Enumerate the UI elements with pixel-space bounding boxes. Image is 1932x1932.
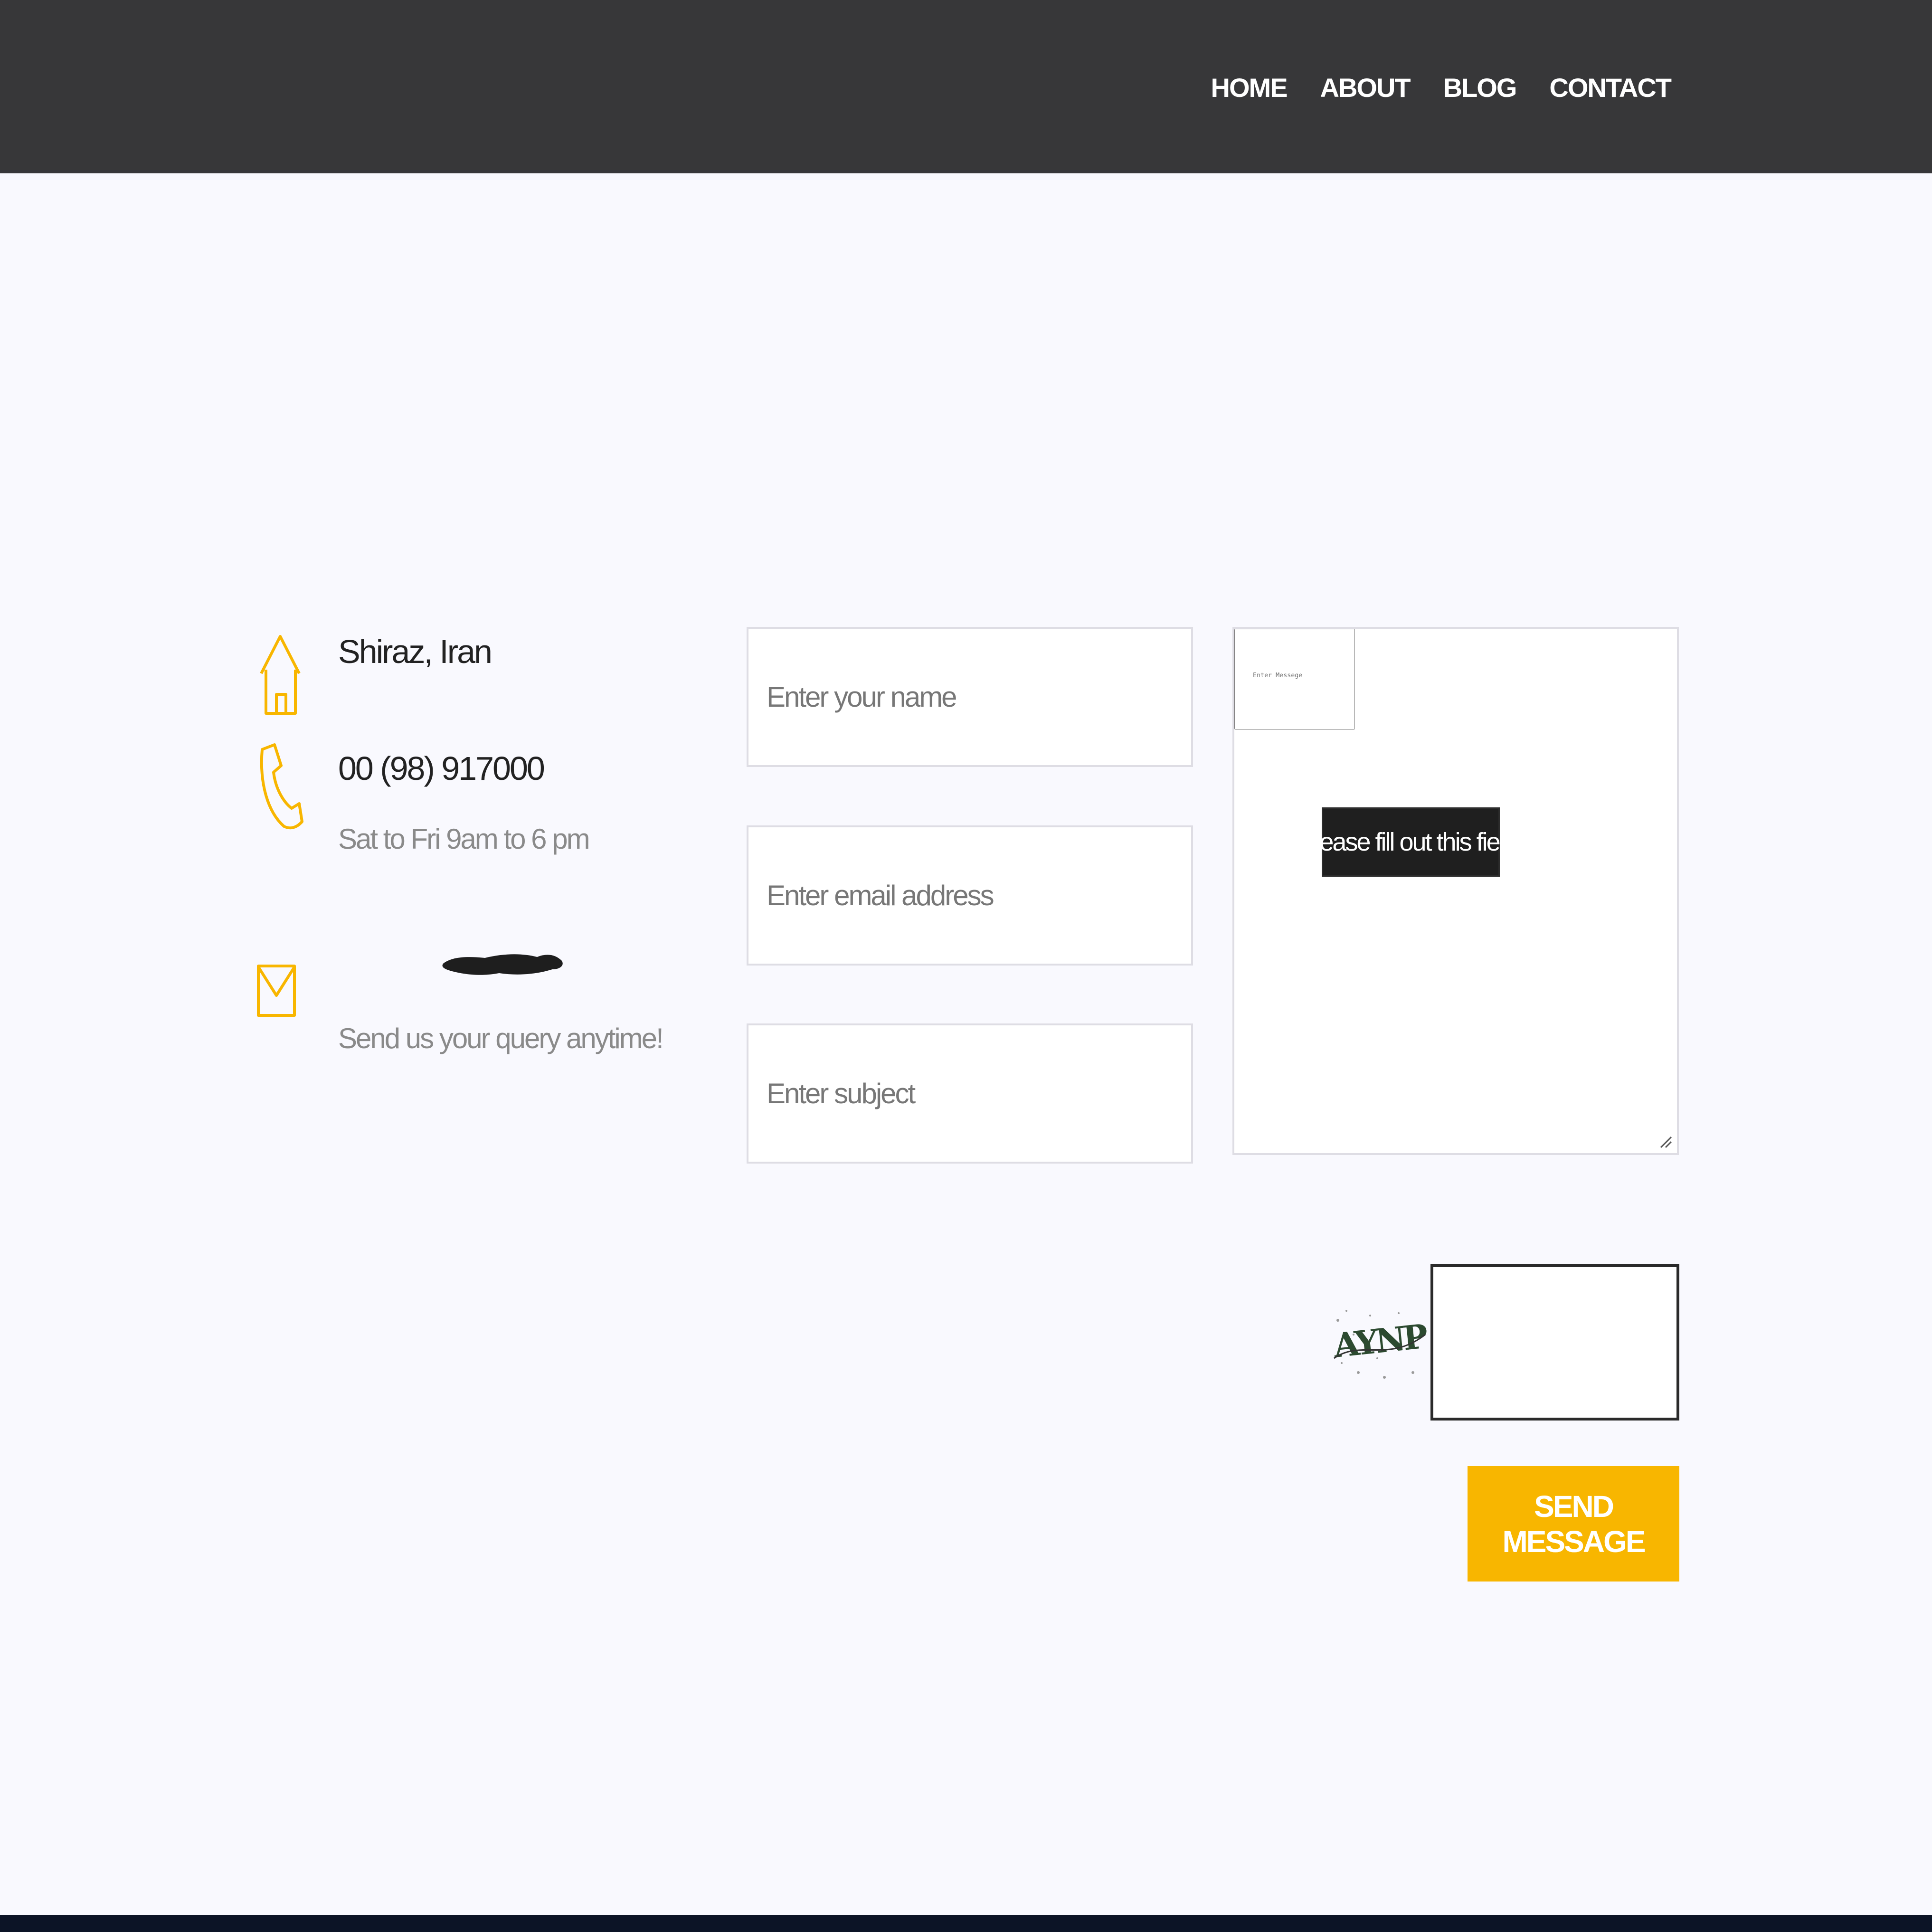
hours-text: Sat to Fri 9am to 6 pm	[338, 823, 590, 855]
message-textarea[interactable]	[1234, 629, 1355, 729]
phone-text: 00 (98) 917000	[338, 750, 545, 787]
resize-grip-icon[interactable]	[1658, 1134, 1672, 1148]
redacted-email-scribble	[442, 954, 563, 975]
subject-field-wrapper	[747, 1023, 1193, 1164]
message-field-wrapper	[1232, 627, 1679, 1155]
send-message-button[interactable]: SEND MESSAGE	[1468, 1466, 1679, 1582]
captcha-input[interactable]	[1433, 1267, 1676, 1418]
validation-tooltip: Please fill out this field.	[1299, 807, 1524, 877]
captcha-image: AYNP	[1332, 1301, 1427, 1384]
name-input[interactable]	[748, 629, 1191, 765]
captcha-field-wrapper	[1430, 1264, 1679, 1421]
nav-blog[interactable]: BLOG	[1443, 69, 1517, 107]
main-nav: HOME ABOUT BLOG CONTACT	[1211, 69, 1672, 107]
footer-strip	[0, 1915, 1932, 1932]
name-field-wrapper	[747, 627, 1193, 767]
email-note-text: Send us your query anytime!	[338, 1023, 664, 1054]
email-field-wrapper	[747, 825, 1193, 966]
mail-icon	[257, 965, 296, 1017]
phone-icon	[260, 743, 303, 830]
email-input[interactable]	[748, 827, 1191, 964]
subject-input[interactable]	[748, 1025, 1191, 1162]
nav-about[interactable]: ABOUT	[1320, 69, 1411, 107]
site-header: HOME ABOUT BLOG CONTACT	[0, 0, 1932, 173]
nav-contact[interactable]: CONTACT	[1549, 69, 1672, 107]
nav-home[interactable]: HOME	[1211, 69, 1288, 107]
home-icon	[260, 635, 301, 715]
address-text: Shiraz, Iran	[338, 633, 492, 670]
